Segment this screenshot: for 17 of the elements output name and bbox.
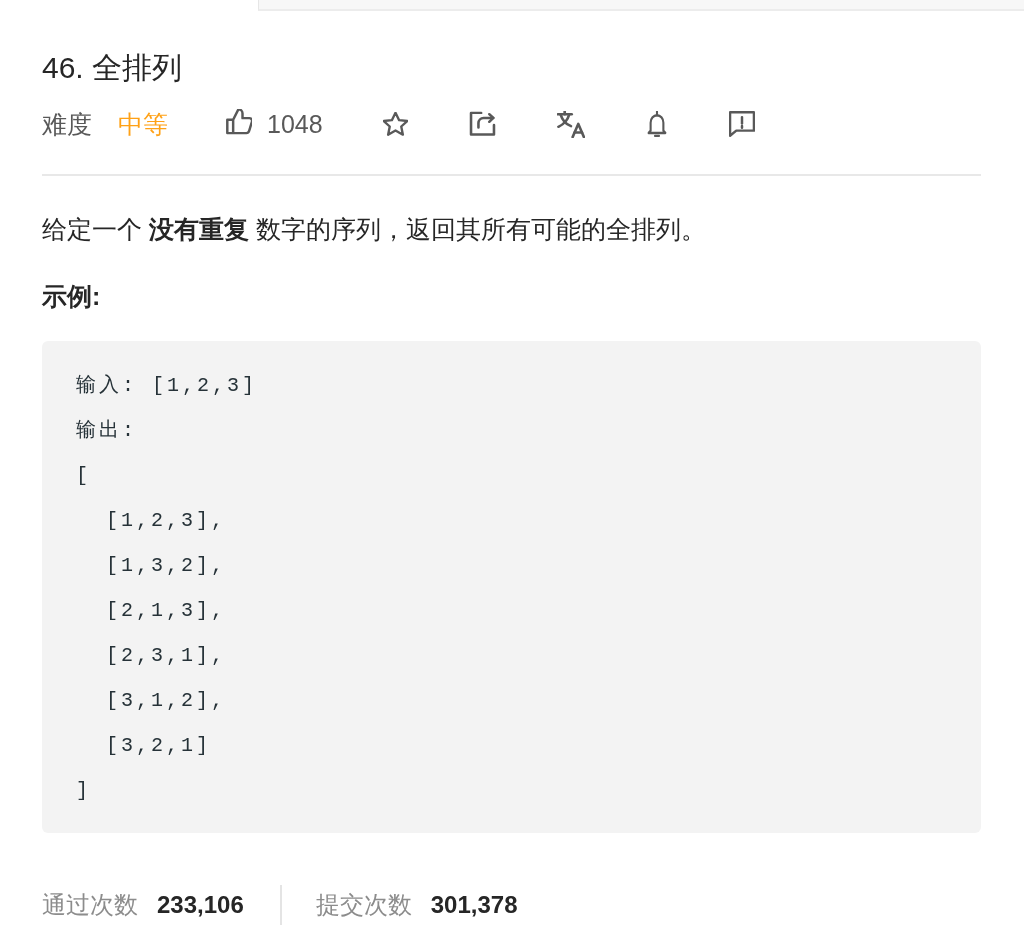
- code-block: 输入: [1,2,3] 输出: [ [1,2,3], [1,3,2], [2,1,3], [2,3,1], [3,1,2], [3,2,1] ]: [42, 341, 981, 833]
- problem-title: 46. 全排列: [42, 50, 183, 86]
- difficulty-label: 难度: [42, 109, 92, 139]
- bell-icon[interactable]: [645, 111, 668, 137]
- stat-value: 301,378: [430, 891, 518, 919]
- difficulty-value: 中等: [118, 109, 168, 139]
- feedback-icon[interactable]: [728, 111, 755, 137]
- stat-value: 233,106: [157, 891, 244, 919]
- stat-label: 通过次数: [42, 890, 138, 920]
- stat-label: 提交次数: [315, 890, 412, 920]
- translate-icon[interactable]: [556, 110, 585, 138]
- example-heading: 示例:: [42, 281, 101, 312]
- problem-description: 给定一个 没有重复 数字的序列，返回其所有可能的全排列。: [42, 214, 707, 245]
- thumbs-up-icon[interactable]: [226, 109, 252, 135]
- share-icon[interactable]: [468, 111, 496, 137]
- like-count: 1048: [267, 109, 323, 139]
- star-icon[interactable]: [382, 111, 408, 137]
